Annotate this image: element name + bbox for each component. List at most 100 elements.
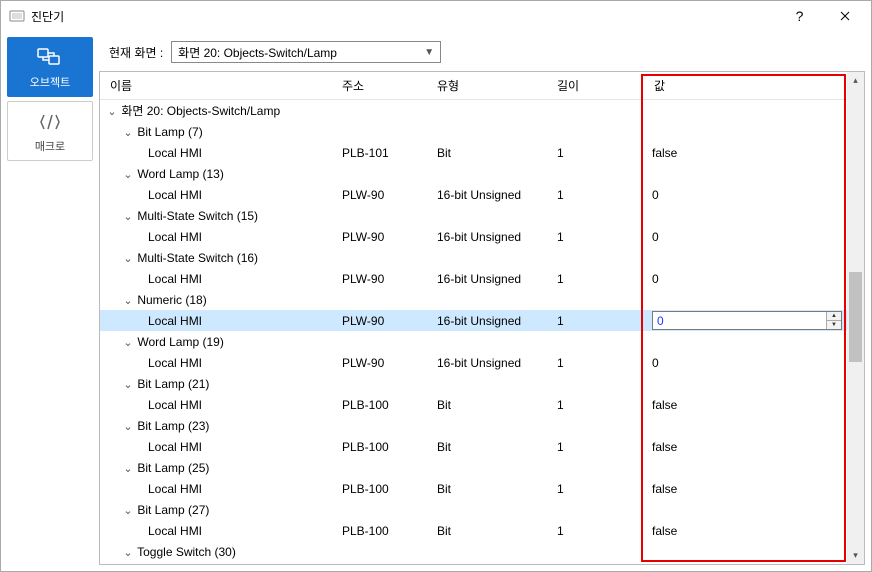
- table-row[interactable]: ⌄ Word Lamp (19): [100, 331, 864, 352]
- table-row[interactable]: ⌄ Bit Lamp (7): [100, 121, 864, 142]
- addr-cell: PLW-90: [336, 356, 431, 370]
- titlebar: 진단기 ?: [1, 1, 871, 31]
- name-cell: Local HMI: [100, 356, 336, 370]
- current-screen-label: 현재 화면 :: [109, 44, 163, 61]
- object-grid: 이름 주소 유형 길이 값 ⌄ 화면 20: Objects-Switch/La…: [99, 71, 865, 565]
- value-input[interactable]: [653, 312, 826, 329]
- table-row[interactable]: Local HMIPLW-9016-bit Unsigned10: [100, 184, 864, 205]
- type-cell: 16-bit Unsigned: [431, 356, 551, 370]
- type-cell: Bit: [431, 440, 551, 454]
- close-button[interactable]: [822, 2, 867, 30]
- grid-body[interactable]: ⌄ 화면 20: Objects-Switch/Lamp⌄ Bit Lamp (…: [100, 100, 864, 565]
- macro-icon: [36, 110, 64, 134]
- table-row[interactable]: ⌄ Bit Lamp (25): [100, 457, 864, 478]
- expand-toggle-icon[interactable]: ⌄: [122, 420, 134, 433]
- len-cell: 1: [551, 356, 646, 370]
- name-cell: Local HMI: [100, 272, 336, 286]
- expand-toggle-icon[interactable]: ⌄: [122, 168, 134, 181]
- row-name: Multi-State Switch (15): [137, 209, 258, 223]
- row-name: Bit Lamp (25): [137, 461, 209, 475]
- table-row[interactable]: Local HMIPLW-9016-bit Unsigned10: [100, 352, 864, 373]
- expand-toggle-icon[interactable]: ⌄: [122, 462, 134, 475]
- len-cell: 1: [551, 230, 646, 244]
- col-type[interactable]: 유형: [431, 72, 551, 99]
- row-name: Bit Lamp (21): [137, 377, 209, 391]
- screen-select[interactable]: 화면 20: Objects-Switch/Lamp ▼: [171, 41, 441, 63]
- table-row[interactable]: ⌄ Numeric (18): [100, 289, 864, 310]
- table-row[interactable]: ⌄ Bit Lamp (27): [100, 499, 864, 520]
- name-cell: Local HMI: [100, 188, 336, 202]
- table-row[interactable]: ⌄ Multi-State Switch (16): [100, 247, 864, 268]
- grid-header: 이름 주소 유형 길이 값: [100, 72, 864, 100]
- table-row[interactable]: ⌄ 화면 20: Objects-Switch/Lamp: [100, 100, 864, 121]
- expand-toggle-icon[interactable]: ⌄: [122, 378, 134, 391]
- expand-toggle-icon[interactable]: ⌄: [122, 252, 134, 265]
- scroll-thumb[interactable]: [849, 272, 862, 362]
- table-row[interactable]: Local HMIPLW-9016-bit Unsigned10: [100, 268, 864, 289]
- scroll-up-icon[interactable]: ▴: [847, 72, 864, 89]
- type-cell: 16-bit Unsigned: [431, 314, 551, 328]
- type-cell: Bit: [431, 146, 551, 160]
- len-cell: 1: [551, 440, 646, 454]
- expand-toggle-icon[interactable]: ⌄: [122, 546, 134, 559]
- table-row[interactable]: Local HMIPLW-9016-bit Unsigned10: [100, 226, 864, 247]
- vertical-scrollbar[interactable]: ▴ ▾: [847, 72, 864, 564]
- expand-toggle-icon[interactable]: ⌄: [122, 336, 134, 349]
- help-button[interactable]: ?: [777, 2, 822, 30]
- table-row[interactable]: Local HMIPLB-100Bit1false: [100, 436, 864, 457]
- toolbar: 현재 화면 : 화면 20: Objects-Switch/Lamp ▼: [99, 37, 865, 71]
- table-row[interactable]: ⌄ Multi-State Switch (15): [100, 205, 864, 226]
- expand-toggle-icon[interactable]: ⌄: [122, 294, 134, 307]
- type-cell: Bit: [431, 398, 551, 412]
- table-row[interactable]: Local HMIPLW-9016-bit Unsigned1▲▼: [100, 310, 864, 331]
- table-row[interactable]: ⌄ Word Lamp (13): [100, 163, 864, 184]
- col-name[interactable]: 이름: [100, 72, 336, 99]
- type-cell: Bit: [431, 524, 551, 538]
- spin-down-icon[interactable]: ▼: [826, 321, 841, 329]
- row-name: Local HMI: [148, 146, 202, 160]
- val-cell: false: [646, 398, 864, 412]
- screen-select-value: 화면 20: Objects-Switch/Lamp: [178, 44, 337, 61]
- scroll-down-icon[interactable]: ▾: [847, 547, 864, 564]
- table-row[interactable]: ⌄ Bit Lamp (23): [100, 415, 864, 436]
- sidebar-item-label: 오브젝트: [30, 74, 70, 90]
- row-name: Local HMI: [148, 314, 202, 328]
- table-row[interactable]: Local HMIPLB-101Bit1false: [100, 142, 864, 163]
- table-row[interactable]: Local HMIPLB-100Bit1false: [100, 394, 864, 415]
- expand-toggle-icon[interactable]: ⌄: [106, 105, 118, 118]
- table-row[interactable]: Local HMIPLB-100Bit1false: [100, 562, 864, 565]
- name-cell: ⌄ Word Lamp (13): [100, 167, 336, 181]
- name-cell: ⌄ Multi-State Switch (16): [100, 251, 336, 265]
- sidebar-item-label: 매크로: [35, 138, 65, 154]
- sidebar-item-macro[interactable]: 매크로: [7, 101, 93, 161]
- sidebar-item-objects[interactable]: 오브젝트: [7, 37, 93, 97]
- expand-toggle-icon[interactable]: ⌄: [122, 504, 134, 517]
- table-row[interactable]: Local HMIPLB-100Bit1false: [100, 520, 864, 541]
- addr-cell: PLB-100: [336, 524, 431, 538]
- table-row[interactable]: ⌄ Toggle Switch (30): [100, 541, 864, 562]
- row-name: Word Lamp (19): [137, 335, 223, 349]
- row-name: Local HMI: [148, 230, 202, 244]
- expand-toggle-icon[interactable]: ⌄: [122, 126, 134, 139]
- val-cell: 0: [646, 230, 864, 244]
- name-cell: ⌄ Toggle Switch (30): [100, 545, 336, 559]
- expand-toggle-icon[interactable]: ⌄: [122, 210, 134, 223]
- table-row[interactable]: ⌄ Bit Lamp (21): [100, 373, 864, 394]
- col-addr[interactable]: 주소: [336, 72, 431, 99]
- val-cell[interactable]: ▲▼: [646, 311, 864, 330]
- col-len[interactable]: 길이: [551, 72, 646, 99]
- col-val[interactable]: 값: [646, 72, 864, 99]
- row-name: Local HMI: [148, 524, 202, 538]
- addr-cell: PLB-100: [336, 440, 431, 454]
- table-row[interactable]: Local HMIPLB-100Bit1false: [100, 478, 864, 499]
- len-cell: 1: [551, 146, 646, 160]
- len-cell: 1: [551, 398, 646, 412]
- objects-icon: [36, 46, 64, 70]
- name-cell: ⌄ 화면 20: Objects-Switch/Lamp: [100, 102, 336, 119]
- value-spin-input[interactable]: ▲▼: [652, 311, 842, 330]
- len-cell: 1: [551, 314, 646, 328]
- spin-up-icon[interactable]: ▲: [826, 312, 841, 321]
- name-cell: Local HMI: [100, 482, 336, 496]
- row-name: 화면 20: Objects-Switch/Lamp: [121, 104, 280, 118]
- row-name: Local HMI: [148, 398, 202, 412]
